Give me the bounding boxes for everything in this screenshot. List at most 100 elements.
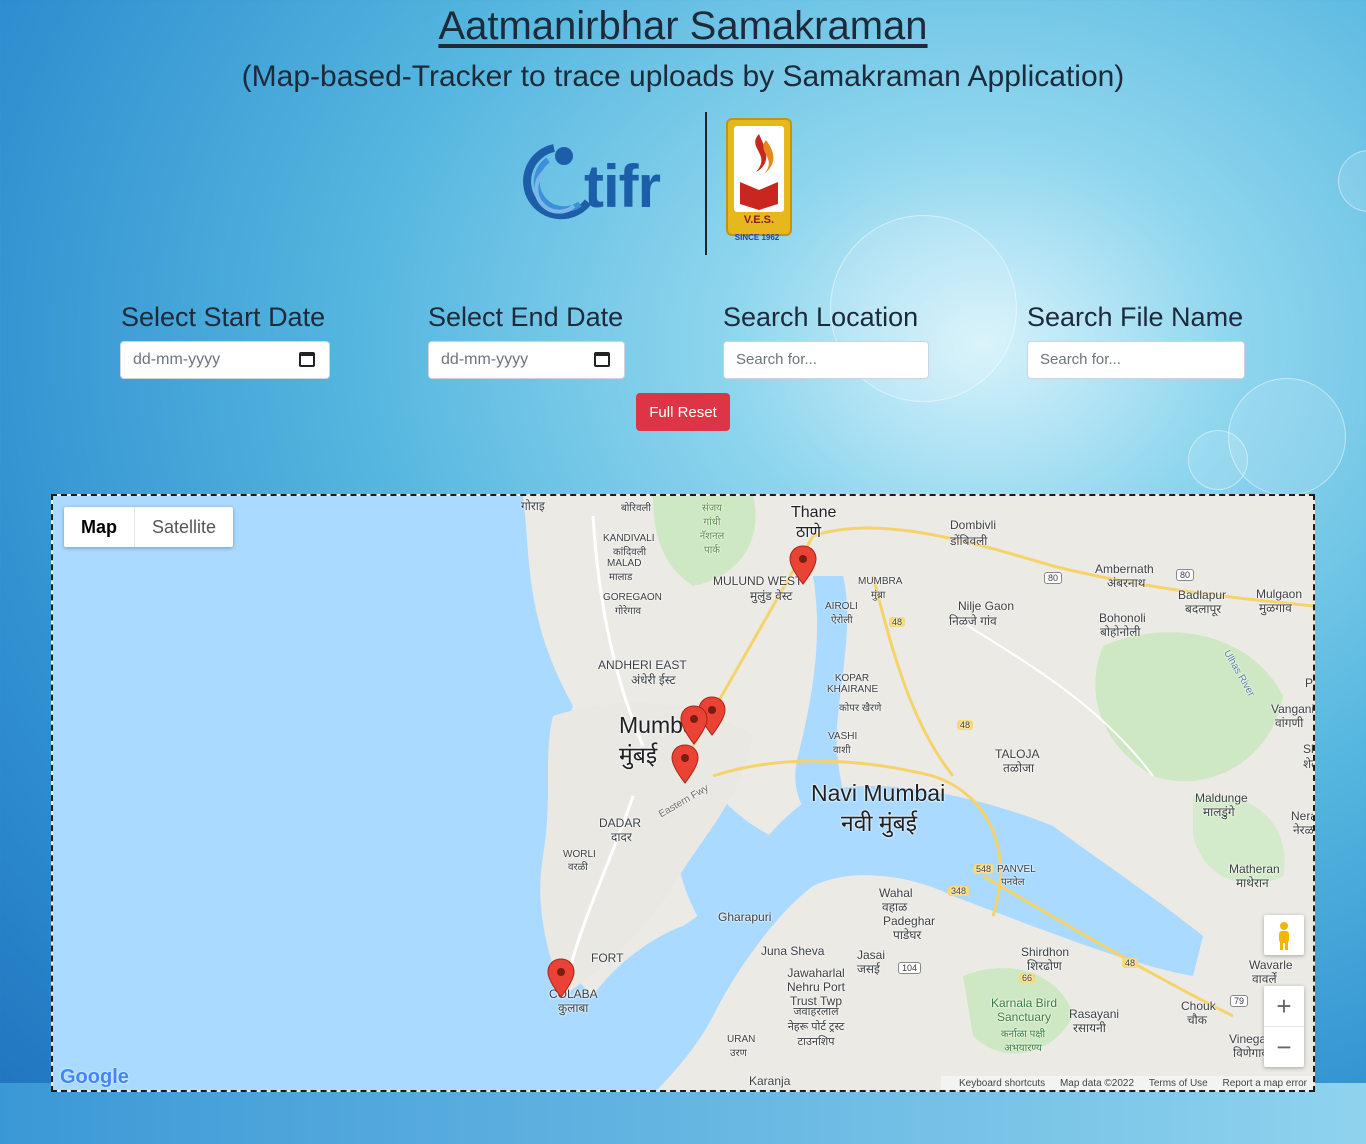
map-label: वाशी [833,745,851,756]
map-label: कर्नाळा पक्षी अभयारण्य [1000,1029,1046,1054]
end-date-input[interactable]: dd-mm-yyyy [428,341,625,379]
route-shield: 348 [948,886,970,896]
start-date-label: Select Start Date [121,302,326,332]
route-shield: 66 [1019,973,1036,983]
map-label: मुंब्रा [871,590,886,601]
map-label: Nilje Gaon [958,599,1015,613]
map-label: जवाहरलाल नेहरू पोर्ट ट्रस्ट टाउनशिप [787,1006,845,1048]
full-reset-button[interactable]: Full Reset [636,393,730,431]
map-label: Karanja [749,1074,791,1088]
background-bubble [1338,150,1366,212]
ves-flame-icon [740,134,778,210]
map-label: नेरळ [1293,823,1314,837]
street-view-pegman-button[interactable] [1264,915,1304,955]
background-bubble [1188,430,1248,490]
location-placeholder: Search for... [736,351,817,368]
background-bubble [1228,378,1346,496]
map-label: तळोजा [1003,761,1035,775]
logo-divider [705,112,707,255]
location-search-input[interactable]: Search for... [723,341,929,379]
map-label: रसायनी [1073,1021,1106,1035]
map-label: शेलू [1303,757,1313,771]
route-shield: 48 [889,617,906,627]
google-logo[interactable]: Google [60,1066,129,1089]
map-label: KOPAR KHAIRANE [827,673,879,695]
map-label: बोहोनोली [1100,625,1141,639]
route-shield: 48 [957,720,974,730]
map-label: जसई [857,962,880,976]
forest-east [1095,632,1283,782]
map-label-city: Navi Mumbai [811,780,946,806]
map-label: वहाळ [882,900,908,914]
map-label-city: नवी मुंबई [841,810,918,836]
map-type-map-button[interactable]: Map [64,507,135,547]
map-label: VASHI [828,731,858,742]
route-shield: 104 [898,962,922,974]
map-attribution: Keyboard shortcuts Map data ©2022 Terms … [941,1076,1313,1090]
map-label: AIROLI [825,601,858,612]
report-map-error-link[interactable]: Report a map error [1223,1078,1307,1089]
route-shield: 79 [1230,995,1249,1007]
map-label: शिरढोण [1027,959,1062,973]
map-label: URAN [727,1034,756,1045]
map-label: Juna Sheva [761,944,825,958]
start-date-input[interactable]: dd-mm-yyyy [120,341,330,379]
pegman-icon [1279,922,1289,950]
map-label: पाडेघर [893,928,922,942]
map-label: बोरिवली [621,503,651,514]
map-label: विणेगाव [1233,1046,1268,1060]
route-shield: 80 [1176,569,1195,581]
map-label: वांगणी [1275,716,1304,730]
map-label: संजय गांधी नॅशनल पार्क [699,503,725,556]
file-name-search-input[interactable]: Search for... [1027,341,1245,379]
road [812,526,1313,608]
location-label: Search Location [723,302,919,332]
zoom-in-button[interactable]: + [1264,986,1304,1027]
map-label: चौक [1187,1013,1207,1027]
map-canvas[interactable]: Map Satellite गोराइ बोरिवली KANDIVALI का… [51,494,1315,1092]
keyboard-shortcuts-link[interactable]: Keyboard shortcuts [959,1078,1045,1089]
map-label-city: डोंबिवली [950,534,988,548]
map-type-control: Map Satellite [64,507,234,547]
map-type-satellite-button[interactable]: Satellite [135,507,233,547]
map-label: निळजे गांव [949,614,997,628]
ves-emblem: V.E.S. [726,118,792,236]
map-label-city: ठाणे [796,524,822,541]
map-label: GOREGAON [603,592,662,603]
map-label: मालाड [609,572,633,583]
file-name-placeholder: Search for... [1040,351,1121,368]
map-label: MALAD [607,558,642,569]
map-label: गोरेगाव [615,606,642,617]
map-label: ऐरोली [831,615,853,626]
map-label-city: Dombivli [950,518,997,532]
road [871,575,955,777]
map-label: गोराइ [521,499,545,513]
map-label: ANDHERI EAST [598,658,687,672]
map-label: MUMBRA [858,576,903,587]
footer-band [0,1083,1366,1144]
map-label: माथेरान [1236,876,1269,890]
map-label: मुलुंड वेस्ट [750,589,793,603]
calendar-icon[interactable] [594,352,610,367]
route-shield: 80 [1044,572,1063,584]
start-date-placeholder: dd-mm-yyyy [133,351,221,368]
map-label: कोपर खैरणे [839,703,882,714]
ves-logo-name: V.E.S. [743,214,775,226]
file-name-label: Search File Name [1027,302,1244,332]
route-shield: 48 [1122,958,1139,968]
end-date-label: Select End Date [428,302,624,332]
route-shield: 548 [973,864,995,874]
terms-of-use-link[interactable]: Terms of Use [1149,1078,1208,1089]
map-label: Jawaharlal Nehru Port Trust Twp [786,966,846,1008]
calendar-icon[interactable] [299,352,315,367]
map-label: कांदिवली [613,547,647,558]
map-label: वावर्ले [1252,972,1277,986]
map-label: KANDIVALI [603,533,655,544]
map-label-city: Mumbai [619,712,701,738]
zoom-control: + − [1264,986,1304,1067]
tifr-swirl-icon [523,144,592,220]
map-label: अंधेरी ईस्ट [631,673,676,687]
map-label: मालडुंगे [1203,805,1235,819]
logo-bar: tifr V.E.S. SINCE 1962 [510,112,810,257]
zoom-out-button[interactable]: − [1264,1027,1304,1067]
